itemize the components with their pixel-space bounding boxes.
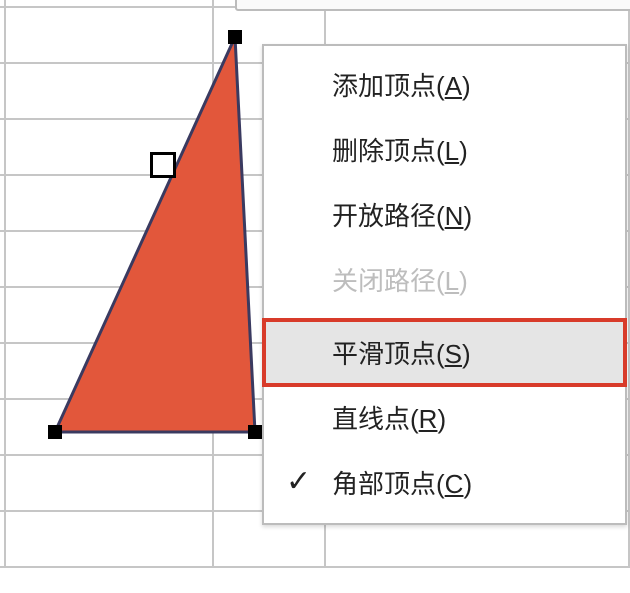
check-icon: ✓ bbox=[286, 463, 311, 498]
menu-item-delete-point[interactable]: 删除顶点(L) bbox=[264, 117, 625, 182]
menu-item-label: 添加顶点(A) bbox=[332, 66, 471, 103]
menu-item-straight-point[interactable]: 直线点(R) bbox=[264, 385, 625, 450]
menu-item-close-path: 关闭路径(L) bbox=[264, 247, 625, 312]
edit-points-context-menu: 添加顶点(A) 删除顶点(L) 开放路径(N) 关闭路径(L) 平滑顶点(S) 直线点(R… bbox=[262, 44, 627, 525]
menu-item-label: 关闭路径(L) bbox=[332, 261, 468, 298]
menu-item-add-point[interactable]: 添加顶点(A) bbox=[264, 52, 625, 117]
menu-item-corner-point[interactable]: ✓ 角部顶点(C) bbox=[264, 450, 625, 515]
menu-item-label: 开放路径(N) bbox=[332, 196, 472, 233]
vertex-handle-top[interactable] bbox=[228, 30, 242, 44]
menu-item-open-path[interactable]: 开放路径(N) bbox=[264, 182, 625, 247]
edit-point-handle[interactable] bbox=[150, 152, 176, 178]
menu-item-label: 删除顶点(L) bbox=[332, 131, 468, 168]
menu-item-label: 平滑顶点(S) bbox=[332, 334, 471, 371]
toolbar-fragment bbox=[235, 0, 630, 11]
editing-shape[interactable] bbox=[55, 37, 265, 442]
menu-item-label: 角部顶点(C) bbox=[332, 464, 472, 501]
menu-item-smooth-point[interactable]: 平滑顶点(S) bbox=[264, 320, 625, 385]
vertex-handle-bottom-right[interactable] bbox=[248, 425, 262, 439]
vertex-handle-bottom-left[interactable] bbox=[48, 425, 62, 439]
triangle-svg bbox=[55, 37, 265, 442]
menu-item-label: 直线点(R) bbox=[332, 399, 446, 436]
